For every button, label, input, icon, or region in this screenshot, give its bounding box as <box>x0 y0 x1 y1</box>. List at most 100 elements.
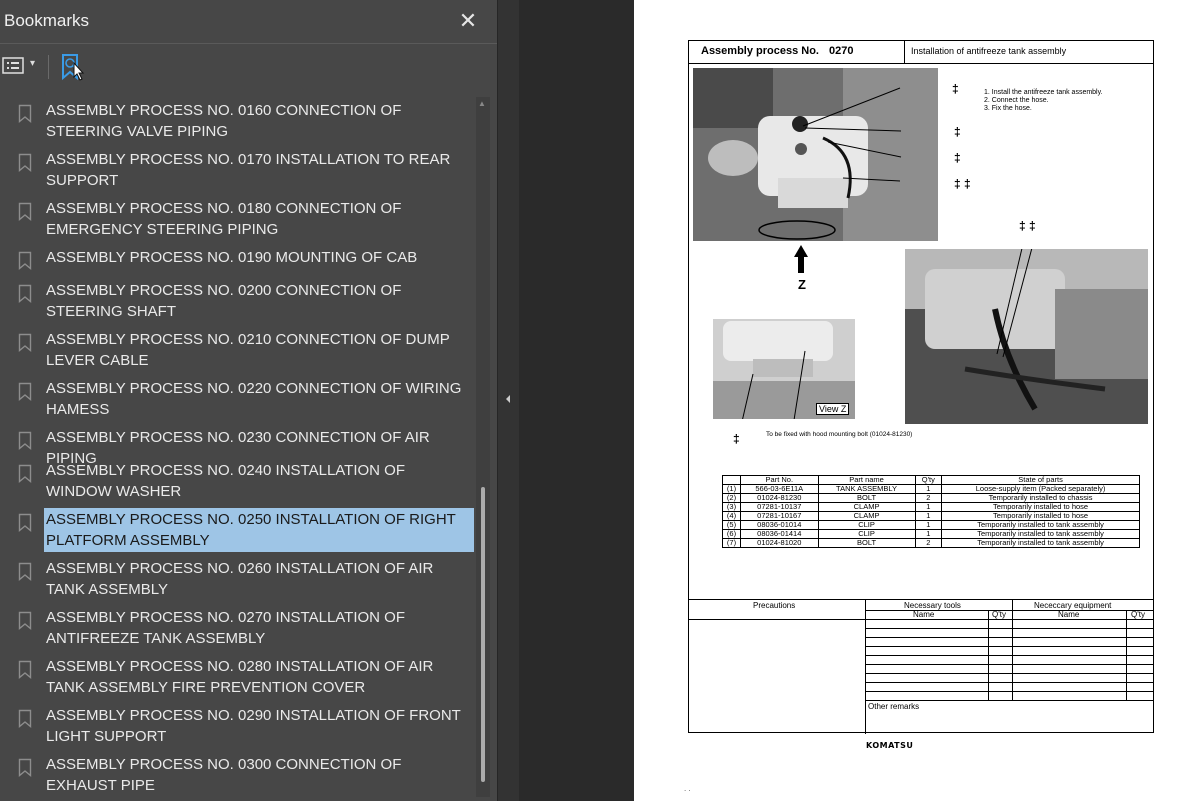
bookmark-icon <box>18 431 32 450</box>
bookmark-label: ASSEMBLY PROCESS NO. 0180 CONNECTION OF … <box>46 200 402 238</box>
equipment-qty-header: Q'ty <box>1131 610 1145 619</box>
divider <box>865 655 1154 656</box>
callout-mark: ‡ ‡ <box>954 177 971 191</box>
parts-table: Part No. Part name Q'ty State of parts (… <box>722 475 1140 548</box>
find-bookmark-icon <box>62 54 85 81</box>
callout-mark: ‡ <box>733 432 740 446</box>
bookmark-icon <box>18 251 32 270</box>
page-header: Assembly process No. 0270 Installation o… <box>688 40 1154 64</box>
bookmark-label: ASSEMBLY PROCESS NO. 0290 INSTALLATION O… <box>46 707 461 745</box>
page-marks: . . <box>684 784 691 793</box>
bookmark-icon <box>18 758 32 777</box>
parts-row: (7) 01024-81020 BOLT 2 Temporarily installed… <box>722 538 1140 548</box>
callout-mark: ‡ ‡ <box>1019 219 1036 233</box>
view-z-label: Z <box>798 277 806 292</box>
collapse-panel-icon[interactable] <box>503 392 513 406</box>
parts-cell: Temporarily installed to tank assembly <box>941 538 1140 548</box>
process-label: Assembly process No. <box>701 45 819 57</box>
parts-cell: 2 <box>914 538 943 548</box>
tool-name-header: Name <box>913 610 935 619</box>
instruction-step: 2. Connect the hose. <box>984 97 1049 104</box>
up-arrow-icon <box>794 245 808 273</box>
parts-cell: BOLT <box>817 538 916 548</box>
bookmark-label: ASSEMBLY PROCESS NO. 0190 MOUNTING OF CA… <box>46 249 418 266</box>
view-z-box: View Z <box>816 403 850 415</box>
chevron-down-icon: ▾ <box>30 58 36 69</box>
antifreeze-tank-photo <box>693 68 938 241</box>
bookmark-label: ASSEMBLY PROCESS NO. 0270 INSTALLATION O… <box>46 609 406 647</box>
parts-cell: (7) <box>722 538 741 548</box>
divider <box>865 664 1154 665</box>
bookmark-icon <box>18 660 32 679</box>
divider <box>865 700 1154 701</box>
bookmark-label: ASSEMBLY PROCESS NO. 0240 INSTALLATION O… <box>46 462 406 500</box>
callout-mark: ‡ <box>954 151 961 165</box>
hose-routing-photo <box>905 249 1148 424</box>
bookmark-icon <box>18 562 32 581</box>
hose-photo-drawing <box>905 249 1148 424</box>
document-viewer-background <box>519 0 634 801</box>
divider <box>865 628 1154 629</box>
bookmark-icon <box>18 202 32 221</box>
tool-qty-header: Q'ty <box>992 610 1006 619</box>
divider <box>865 646 1154 647</box>
bookmark-icon <box>18 333 32 352</box>
divider <box>865 600 866 734</box>
header-process-cell: Assembly process No. 0270 <box>689 41 905 63</box>
find-current-bookmark-button[interactable] <box>56 51 88 83</box>
bookmark-icon <box>18 611 32 630</box>
bookmark-icon <box>18 284 32 303</box>
divider <box>865 691 1154 692</box>
callout-mark: ‡ <box>952 82 959 96</box>
parts-body: (1) 566-03-6E11A TANK ASSEMBLY 1 Loose-suppl… <box>722 484 1140 548</box>
divider <box>865 637 1154 638</box>
bookmark-label: ASSEMBLY PROCESS NO. 0200 CONNECTION OF … <box>46 282 402 320</box>
pdf-viewer-window: Bookmarks ✕ ▾ ASSEMBLY PROCESS NO. 0160 … <box>0 0 1200 801</box>
bookmark-label: ASSEMBLY PROCESS NO. 0300 CONNECTION OF … <box>46 756 402 794</box>
tools-label: Necessary tools <box>904 601 961 610</box>
toolbar-divider <box>48 55 49 79</box>
bookmarks-toolbar: ▾ <box>0 45 497 89</box>
bookmark-label: ASSEMBLY PROCESS NO. 0260 INSTALLATION O… <box>46 560 434 598</box>
bookmarks-header: Bookmarks ✕ <box>0 0 497 44</box>
process-number: 0270 <box>829 45 854 57</box>
document-page[interactable]: Assembly process No. 0270 Installation o… <box>634 0 1200 801</box>
instruction-step: 1. Install the antifreeze tank assembly. <box>984 89 1103 96</box>
bookmark-icon <box>18 382 32 401</box>
bookmark-label: ASSEMBLY PROCESS NO. 0280 INSTALLATION O… <box>46 658 434 696</box>
scrollbar-thumb[interactable] <box>481 487 485 782</box>
parts-cell: 01024-81020 <box>740 538 819 548</box>
bottom-section: Precautions Necessary tools Nececcary eq… <box>688 599 1154 734</box>
divider <box>865 673 1154 674</box>
other-remarks-label: Other remarks <box>868 702 920 711</box>
list-options-icon <box>2 57 24 74</box>
bookmark-label: ASSEMBLY PROCESS NO. 0210 CONNECTION OF … <box>46 331 450 369</box>
komatsu-logo: KOMATSU <box>866 741 914 750</box>
bookmark-label: ASSEMBLY PROCESS NO. 0250 INSTALLATION O… <box>44 508 474 552</box>
options-menu-button[interactable]: ▾ <box>2 55 44 79</box>
tank-photo-drawing <box>693 68 938 241</box>
bookmark-icon <box>18 153 32 172</box>
bookmark-icon <box>18 464 32 483</box>
instruction-step: 3. Fix the hose. <box>984 105 1032 112</box>
divider <box>865 682 1154 683</box>
close-panel-button[interactable]: ✕ <box>453 6 483 36</box>
bookmark-icon <box>18 513 32 532</box>
scroll-up-arrow[interactable]: ▲ <box>478 99 486 108</box>
panel-title: Bookmarks <box>4 11 90 30</box>
divider <box>865 610 1154 611</box>
bolt-note: To be fixed with hood mounting bolt (010… <box>766 431 913 438</box>
precautions-label: Precautions <box>753 601 796 610</box>
process-title: Installation of antifreeze tank assembly <box>911 46 1067 56</box>
bookmark-label: ASSEMBLY PROCESS NO. 0160 CONNECTION OF … <box>46 102 402 140</box>
bookmark-label: ASSEMBLY PROCESS NO. 0220 CONNECTION OF … <box>46 380 462 418</box>
divider <box>688 619 1154 620</box>
bookmarks-panel: Bookmarks ✕ ▾ ASSEMBLY PROCESS NO. 0160 … <box>0 0 497 801</box>
bookmark-icon <box>18 104 32 123</box>
equipment-label: Nececcary equipment <box>1034 601 1112 610</box>
divider <box>1012 600 1013 700</box>
equipment-name-header: Name <box>1058 610 1080 619</box>
bookmark-label: ASSEMBLY PROCESS NO. 0170 INSTALLATION T… <box>46 151 451 189</box>
bookmark-icon <box>18 709 32 728</box>
bookmark-list: ASSEMBLY PROCESS NO. 0160 CONNECTION OF … <box>0 97 497 801</box>
